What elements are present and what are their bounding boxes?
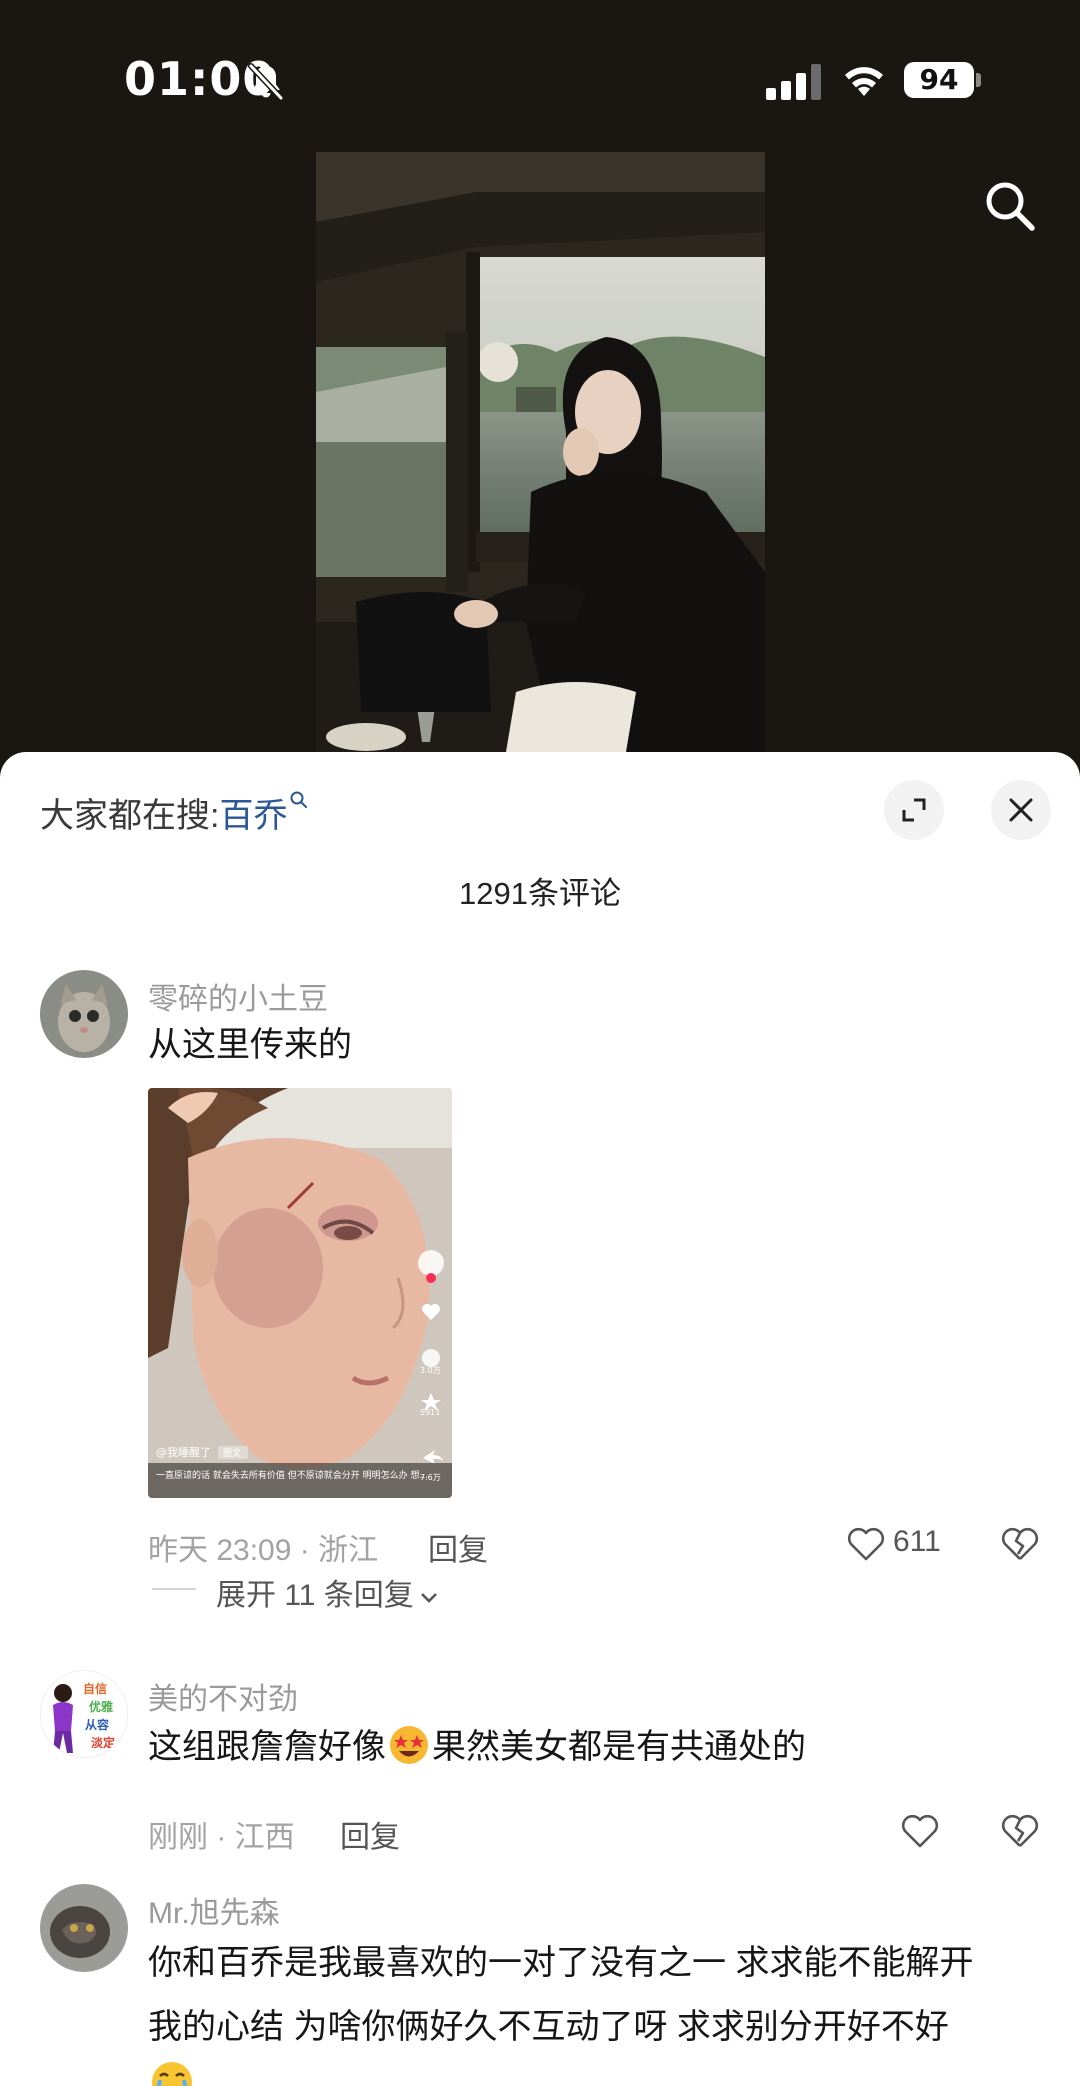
trending-prefix: 大家都在搜: [40, 797, 220, 835]
comment-image[interactable]: @我睡醒了 图文 一直原谅的话 就会失去所有价值 但不原谅就会分开 明明怎么办 … [148, 1088, 452, 1498]
comment-text-line: 我的心结 为啥你俩好久不互动了呀 求求别分开好不好 [148, 2008, 949, 2046]
thumb-stat: 3.0万 [420, 1366, 441, 1375]
broken-heart-icon[interactable] [1000, 1811, 1040, 1851]
comment-text-part: 果然美女都是有共通处的 [432, 1728, 806, 1766]
comment-meta: 昨天 23:09 · 浙江 [148, 1534, 379, 1567]
trending-term[interactable]: 百乔 [219, 797, 287, 835]
comment-text: 从这里传来的 [148, 1026, 352, 1064]
comment-text: 这组跟詹詹好像 果然美女都是有共通处的 [148, 1720, 806, 1774]
search-icon [290, 791, 308, 808]
avatar-text: 从容 [85, 1717, 109, 1732]
thumb-caption: 一直原谅的话 就会失去所有价值 但不原谅就会分开 明明怎么办 想... [156, 1469, 428, 1481]
bell-slash-icon [248, 63, 284, 101]
signal-icon [766, 64, 821, 100]
injury-photo: @我睡醒了 图文 一直原谅的话 就会失去所有价值 但不原谅就会分开 明明怎么办 … [148, 1088, 452, 1498]
post-photo [316, 152, 765, 752]
chevron-down-icon [420, 1593, 437, 1603]
avatar[interactable]: 自信 优雅 从容 淡定 [40, 1670, 128, 1758]
thumb-tag: 图文 [223, 1447, 241, 1459]
wifi-icon [845, 67, 883, 96]
heart-icon[interactable] [846, 1524, 886, 1564]
illustration-avatar: 自信 优雅 从容 淡定 [41, 1671, 127, 1757]
thumb-stat: 7.6万 [420, 1473, 441, 1482]
battery-indicator: 94 [904, 62, 982, 98]
comment-text-line: 你和百乔是我最喜欢的一对了没有之一 求求能不能解开 [148, 1944, 974, 1982]
expand-icon [902, 798, 926, 822]
reply-button[interactable]: 回复 [428, 1525, 488, 1569]
battery-level: 94 [904, 62, 974, 98]
comment-text-part: 这组跟詹詹好像 [148, 1728, 386, 1766]
expand-replies-button[interactable]: 展开 11 条回复 [216, 1570, 440, 1614]
post-image[interactable] [316, 152, 765, 752]
status-bar: 01:00 94 [0, 0, 1080, 150]
avatar[interactable] [40, 1884, 128, 1972]
comment-count: 1291条评论 [459, 876, 621, 911]
star-struck-emoji-icon [390, 1726, 428, 1764]
avatar-text: 优雅 [89, 1699, 113, 1714]
cat-avatar [40, 970, 128, 1058]
crying-emoji-icon [152, 2062, 192, 2086]
thumb-handle: @我睡醒了 [156, 1446, 211, 1459]
expand-button[interactable] [884, 780, 944, 840]
close-button[interactable] [991, 780, 1051, 840]
avatar[interactable] [40, 970, 128, 1058]
comment-sheet: 大家都在搜:百乔 1291条评论 零碎的小土豆 从这里传来的 @我睡醒了 图文 … [0, 752, 1080, 2086]
expand-replies-label: 展开 11 条回复 [216, 1579, 414, 1612]
comment-username[interactable]: 零碎的小土豆 [148, 974, 328, 1018]
avatar-text: 自信 [83, 1681, 107, 1696]
broken-heart-icon[interactable] [1000, 1524, 1040, 1564]
close-icon [1009, 798, 1033, 822]
comment-username[interactable]: Mr.旭先森 [148, 1888, 280, 1932]
heart-icon[interactable] [900, 1811, 940, 1851]
avatar-text: 淡定 [91, 1735, 115, 1750]
search-icon[interactable] [982, 178, 1038, 234]
comment-username[interactable]: 美的不对劲 [148, 1674, 298, 1718]
like-count: 611 [893, 1525, 941, 1558]
thumb-stat: 5911 [420, 1408, 440, 1417]
comment-meta: 刚刚 · 江西 [148, 1821, 295, 1854]
divider [152, 1588, 196, 1590]
reply-button[interactable]: 回复 [340, 1812, 400, 1856]
trending-search[interactable]: 大家都在搜:百乔 [40, 788, 309, 837]
cat-avatar [40, 1884, 128, 1972]
